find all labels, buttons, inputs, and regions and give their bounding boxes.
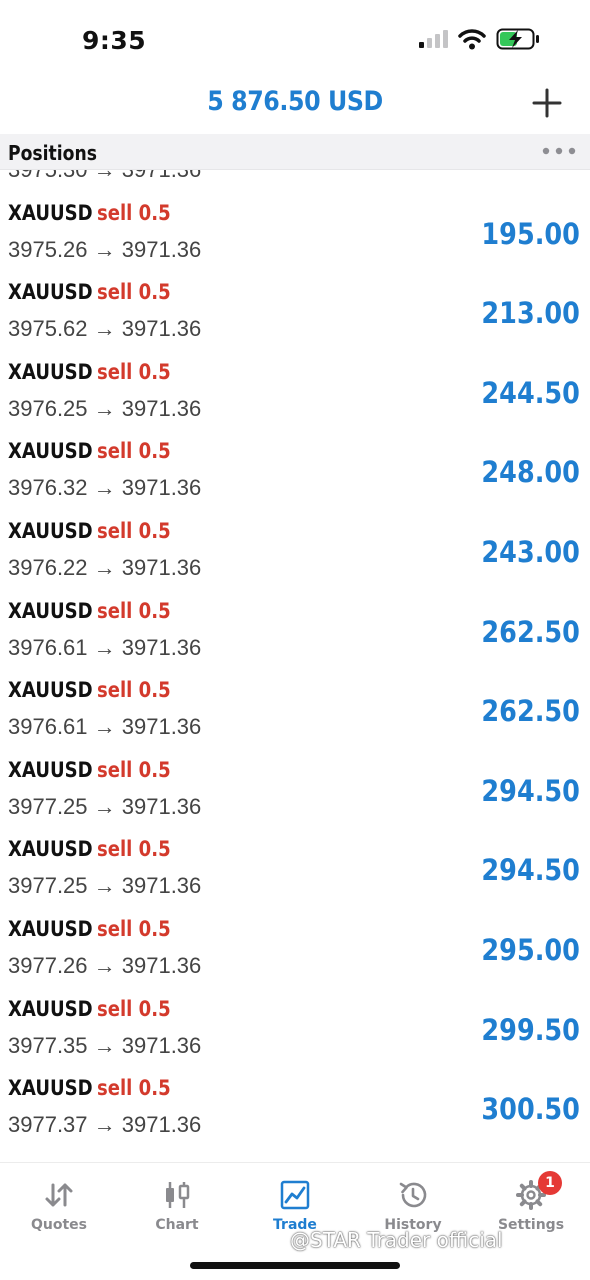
position-profit: 213.00 — [481, 296, 580, 331]
history-icon — [399, 1182, 427, 1208]
position-row[interactable]: XAUUSD sell 0.5 3976.22 → 3971.36 243.00 — [0, 513, 590, 593]
position-profit: 294.50 — [481, 773, 580, 808]
positions-section-header: Positions — [0, 134, 590, 170]
positions-title: Positions — [8, 141, 97, 165]
position-side: sell 0.5 — [96, 518, 171, 543]
position-row[interactable]: XAUUSD sell 0.5 3977.26 → 3971.36 295.00 — [0, 911, 590, 991]
position-profit: 300.50 — [481, 1092, 580, 1127]
position-row[interactable]: XAUUSDsell 0.5 3975.30 → 3971.36 197.00 — [0, 170, 590, 195]
position-row[interactable]: XAUUSD sell 0.5 3976.61 → 3971.36 262.50 — [0, 593, 590, 673]
position-side: sell 0.5 — [96, 678, 171, 703]
position-side: sell 0.5 — [96, 996, 171, 1021]
position-profit: 243.00 — [481, 534, 580, 569]
position-prices: 3975.62 → 3971.36 — [8, 316, 202, 342]
position-row[interactable]: XAUUSD sell 0.5 3977.25 → 3971.36 294.50 — [0, 752, 590, 832]
wifi-icon — [458, 29, 486, 50]
position-prices: 3977.25 → 3971.36 — [8, 873, 202, 899]
tab-quotes-label: Quotes — [30, 1217, 87, 1233]
position-side: sell 0.5 — [96, 598, 171, 623]
home-indicator[interactable] — [190, 1262, 400, 1269]
position-row[interactable]: XAUUSD sell 0.5 3976.32 → 3971.36 248.00 — [0, 433, 590, 513]
position-prices: 3976.22 → 3971.36 — [8, 554, 202, 580]
position-side: sell 0.5 — [96, 916, 171, 941]
tab-chart[interactable]: Chart — [118, 1173, 236, 1247]
position-symbol: XAUUSD — [8, 280, 93, 305]
position-row[interactable]: XAUUSD sell 0.5 3976.25 → 3971.36 244.50 — [0, 354, 590, 434]
position-profit: 262.50 — [481, 694, 580, 729]
more-options-icon[interactable] — [540, 142, 578, 160]
position-symbol: XAUUSD — [8, 916, 93, 941]
position-side: sell 0.5 — [96, 837, 171, 862]
nav-bar: 5 876.50 USD — [0, 80, 590, 134]
position-profit: 262.50 — [481, 614, 580, 649]
position-side: sell 0.5 — [96, 439, 171, 464]
position-symbol: XAUUSD — [8, 518, 93, 543]
position-prices: 3976.32 → 3971.36 — [8, 475, 202, 501]
position-prices: 3977.35 → 3971.36 — [8, 1032, 202, 1058]
position-prices: 3977.25 → 3971.36 — [8, 793, 202, 819]
watermark-text: @STAR Trader official — [290, 1228, 503, 1252]
position-symbol: XAUUSD — [8, 678, 93, 703]
position-row[interactable]: XAUUSD sell 0.5 3977.25 → 3971.36 294.50 — [0, 831, 590, 911]
position-side: sell 0.5 — [96, 757, 171, 782]
position-row[interactable]: XAUUSD sell 0.5 3977.35 → 3971.36 299.50 — [0, 991, 590, 1071]
position-prices: 3976.25 → 3971.36 — [8, 395, 202, 421]
position-side: sell 0.5 — [96, 280, 171, 305]
position-side: sell 0.5 — [96, 200, 171, 225]
chart-icon — [166, 1182, 190, 1208]
position-symbol: XAUUSD — [8, 439, 93, 464]
position-profit: 197.00 — [482, 170, 580, 171]
position-symbol: XAUUSD — [8, 996, 93, 1021]
position-symbol: XAUUSD — [8, 837, 93, 862]
position-prices: 3975.26 → 3971.36 — [8, 236, 202, 262]
status-bar: 9:35 — [0, 0, 590, 80]
position-symbol: XAUUSD — [8, 598, 93, 623]
position-prices: 3976.61 → 3971.36 — [8, 714, 202, 740]
position-symbol: XAUUSD — [8, 1076, 93, 1101]
battery-charging-icon — [496, 28, 539, 50]
position-prices: 3975.30 → 3971.36 — [8, 170, 201, 183]
position-prices: 3977.26 → 3971.36 — [8, 952, 202, 978]
trade-icon — [280, 1180, 310, 1210]
position-symbol: XAUUSD — [8, 200, 93, 225]
position-profit: 299.50 — [481, 1012, 580, 1047]
quotes-icon — [45, 1183, 73, 1207]
add-position-button[interactable] — [530, 86, 564, 120]
position-row[interactable]: XAUUSD sell 0.5 3977.37 → 3971.36 300.50 — [0, 1070, 590, 1150]
position-row[interactable]: XAUUSD sell 0.5 3976.61 → 3971.36 262.50 — [0, 672, 590, 752]
position-row[interactable]: XAUUSD sell 0.5 3975.26 → 3971.36 195.00 — [0, 195, 590, 275]
tab-quotes[interactable]: Quotes — [0, 1173, 118, 1247]
position-row[interactable]: XAUUSD sell 0.5 3975.62 → 3971.36 213.00 — [0, 274, 590, 354]
position-side: sell 0.5 — [96, 359, 171, 384]
settings-notification-badge: 1 — [538, 1171, 562, 1195]
position-profit: 294.50 — [481, 853, 580, 888]
tab-chart-label: Chart — [155, 1217, 199, 1233]
position-profit: 295.00 — [481, 932, 580, 967]
position-prices: 3976.61 → 3971.36 — [8, 634, 202, 660]
status-time: 9:35 — [82, 26, 147, 55]
position-profit: 244.50 — [481, 375, 580, 410]
position-side: sell 0.5 — [96, 1076, 171, 1101]
position-profit: 195.00 — [481, 216, 580, 251]
positions-list[interactable]: XAUUSDsell 0.5 3975.30 → 3971.36 197.00 … — [0, 170, 590, 1162]
position-symbol: XAUUSD — [8, 359, 93, 384]
cellular-signal-icon — [419, 30, 448, 48]
position-prices: 3977.37 → 3971.36 — [8, 1112, 202, 1138]
account-balance: 5 876.50 USD — [207, 86, 383, 117]
position-symbol: XAUUSD — [8, 757, 93, 782]
position-profit: 248.00 — [481, 455, 580, 490]
